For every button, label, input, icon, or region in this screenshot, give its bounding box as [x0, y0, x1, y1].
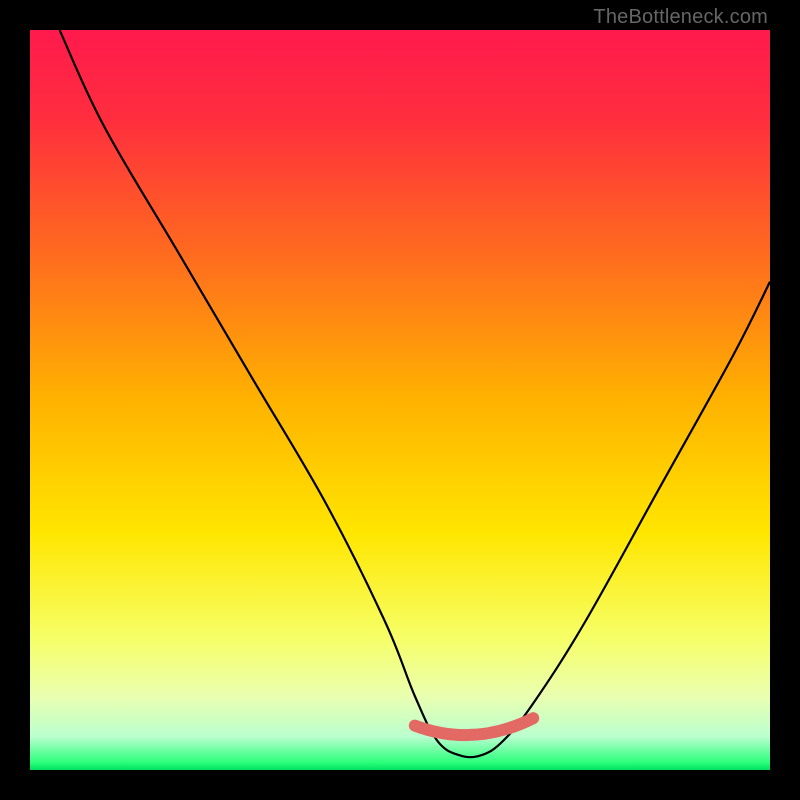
- chart-frame: TheBottleneck.com: [0, 0, 800, 800]
- watermark-text: TheBottleneck.com: [593, 6, 768, 29]
- curve-layer: [30, 30, 770, 770]
- plot-area: [30, 30, 770, 770]
- optimal-zone-marker: [415, 718, 533, 735]
- bottleneck-curve: [60, 30, 770, 757]
